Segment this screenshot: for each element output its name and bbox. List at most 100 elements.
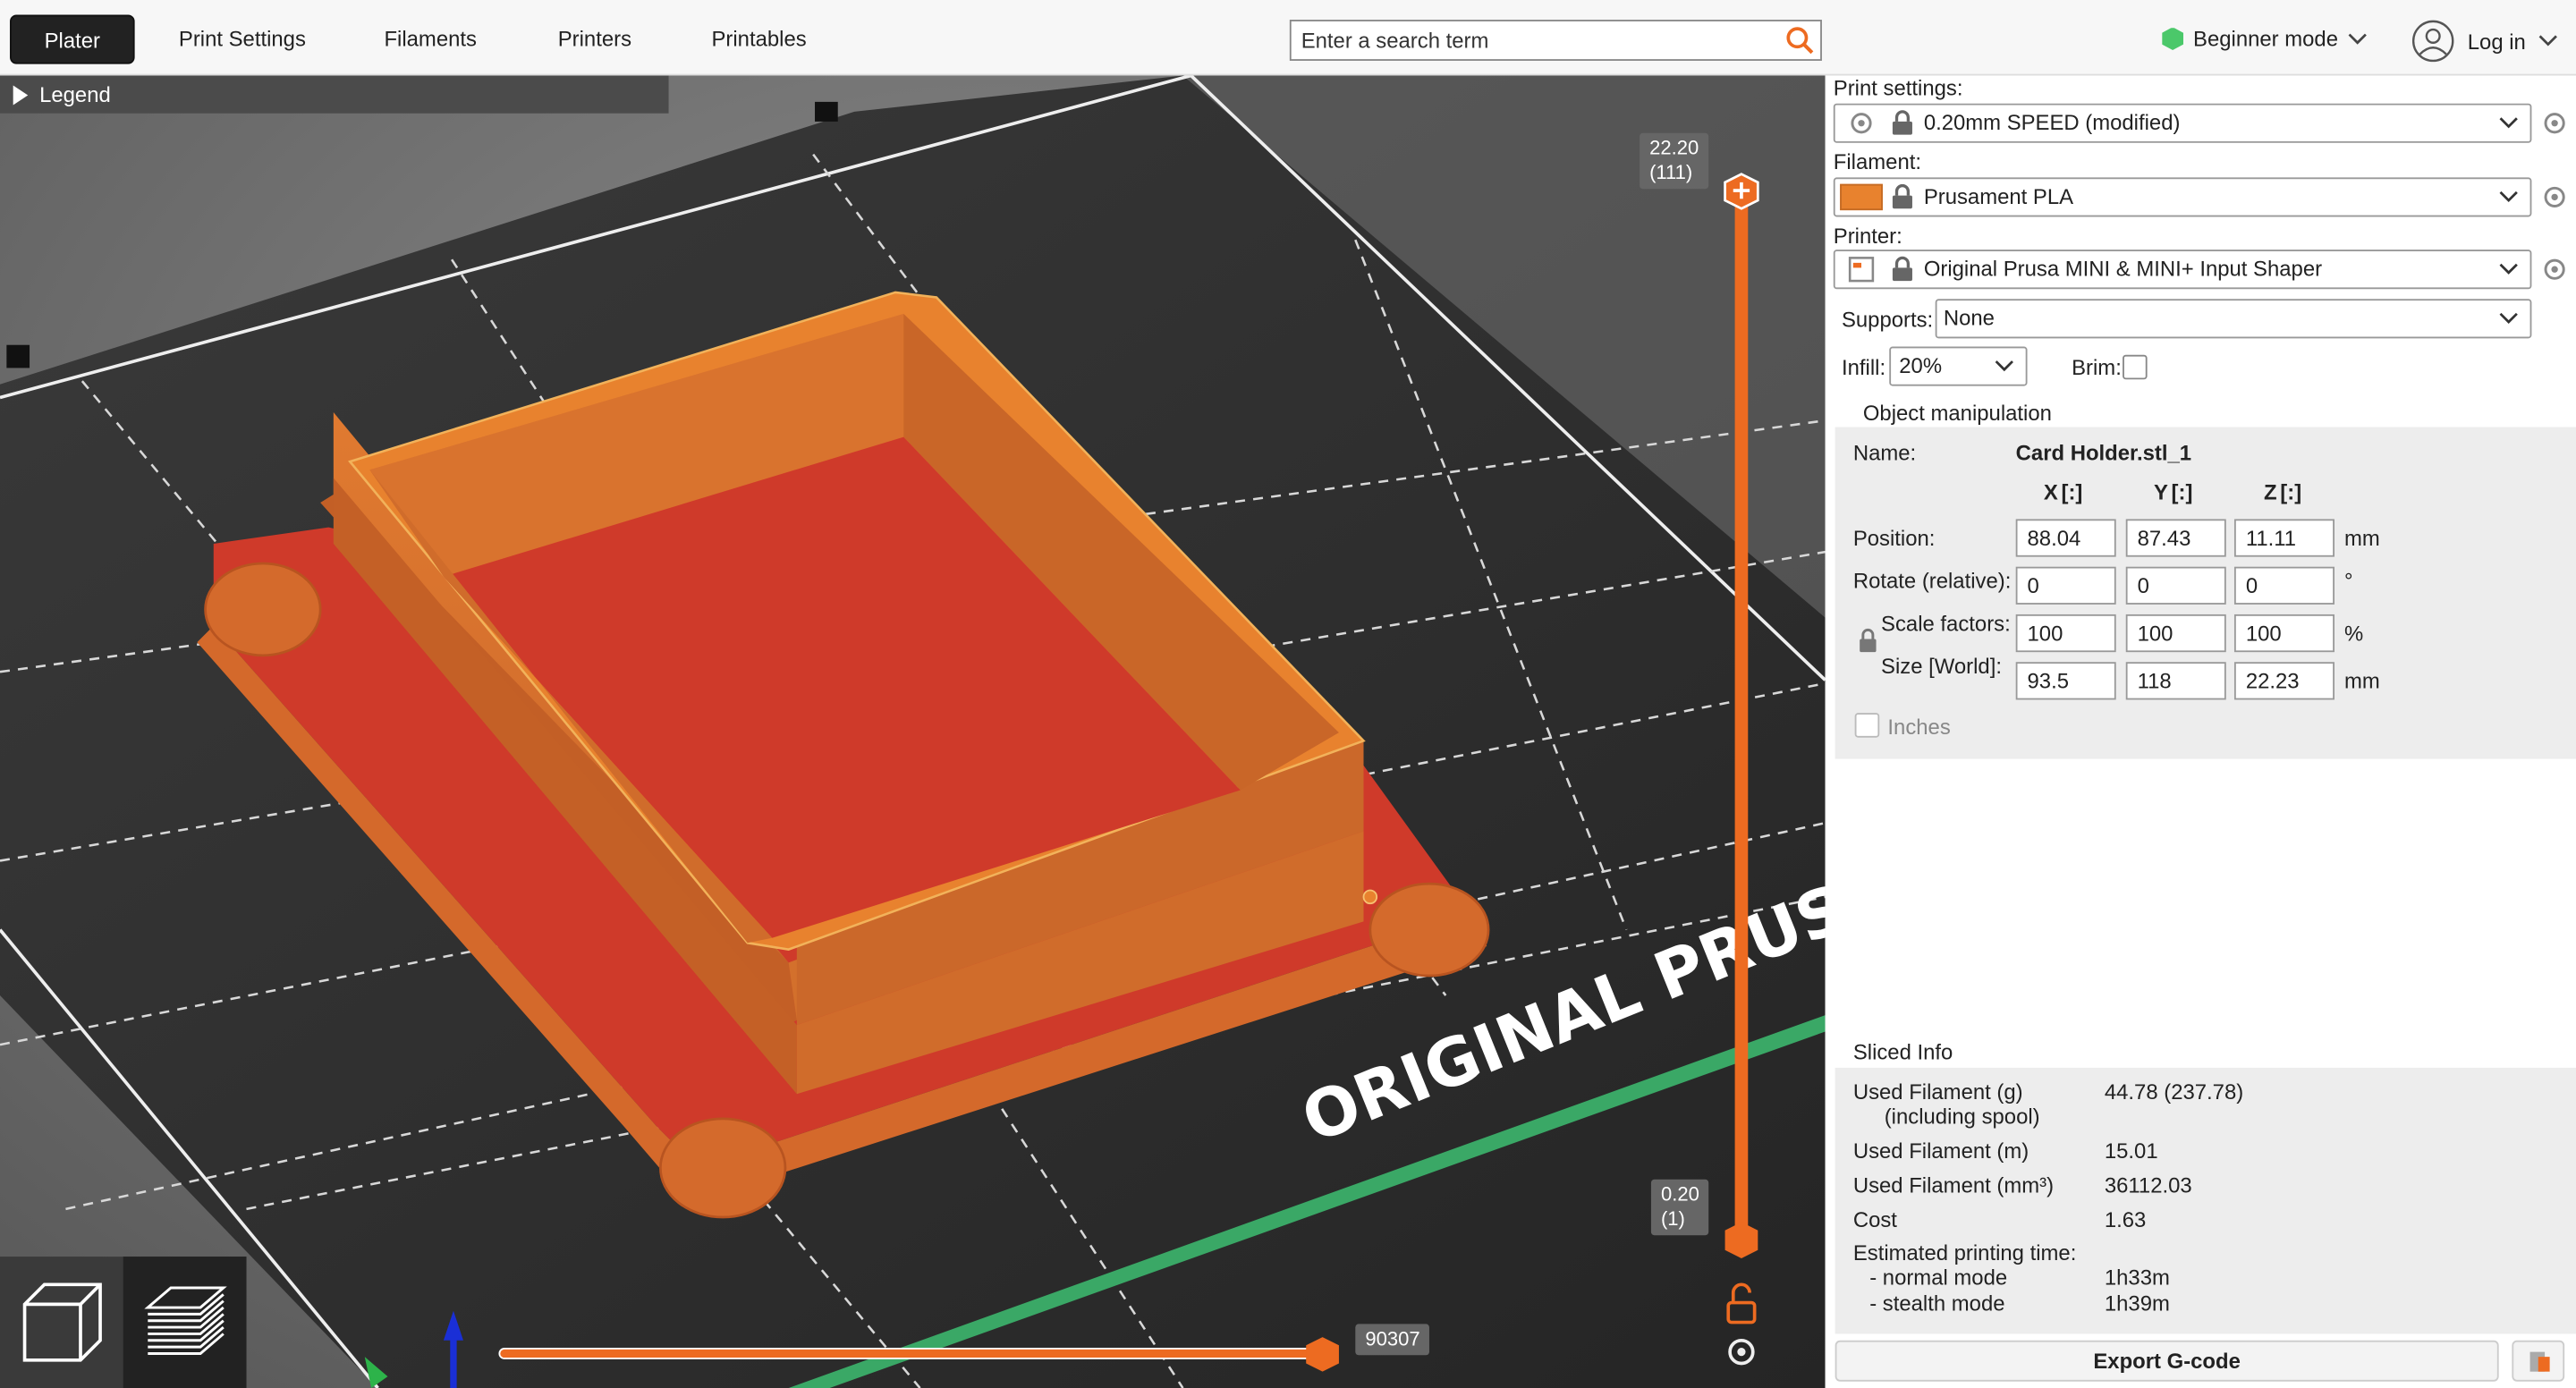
y-axis-header: Y [:] bbox=[2153, 479, 2193, 504]
position-x-field[interactable]: 88.04 bbox=[2015, 519, 2116, 557]
view-type-buttons bbox=[0, 1257, 247, 1388]
top-toolbar: Plater Print Settings Filaments Printers… bbox=[0, 0, 2576, 76]
chevron-down-icon bbox=[2499, 190, 2518, 203]
3d-view-button[interactable] bbox=[0, 1257, 123, 1388]
used-filament-g-value: 44.78 (237.78) bbox=[2104, 1079, 2244, 1104]
vertical-slider-track[interactable] bbox=[1734, 190, 1749, 1242]
chevron-down-icon bbox=[1995, 360, 2013, 372]
mode-hexagon-icon bbox=[2162, 27, 2184, 51]
lock-icon bbox=[1892, 183, 1912, 209]
scale-z-field[interactable]: 100 bbox=[2233, 614, 2335, 653]
bottom-layer-height: 0.20 bbox=[1660, 1182, 1699, 1206]
login-label: Log in bbox=[2467, 29, 2526, 54]
prusaslicer-window: Plater Print Settings Filaments Printers… bbox=[0, 0, 2576, 1388]
printer-value: Original Prusa MINI & MINI+ Input Shaper bbox=[1923, 256, 2323, 282]
rotate-x-field[interactable]: 0 bbox=[2015, 566, 2116, 605]
filament-color-swatch[interactable] bbox=[1840, 183, 1883, 211]
chevron-down-icon bbox=[2499, 117, 2518, 129]
scale-lock-icon[interactable] bbox=[1858, 628, 1877, 654]
inches-label: Inches bbox=[1887, 714, 1951, 740]
mode-selector[interactable]: Beginner mode bbox=[2162, 26, 2368, 51]
infill-label: Infill: bbox=[1841, 354, 1886, 380]
mode-label: Beginner mode bbox=[2193, 26, 2338, 51]
brim-checkbox[interactable] bbox=[2123, 354, 2148, 380]
used-filament-m-value: 15.01 bbox=[2104, 1138, 2158, 1164]
rotate-y-field[interactable]: 0 bbox=[2125, 566, 2226, 605]
infill-value: 20% bbox=[1899, 352, 1943, 378]
bottom-layer-label: 0.20 (1) bbox=[1650, 1179, 1709, 1236]
login-button[interactable]: Log in bbox=[2411, 20, 2558, 63]
supports-select[interactable]: None bbox=[1935, 299, 2532, 339]
tab-printables[interactable]: Printables bbox=[697, 15, 822, 64]
legend-label: Legend bbox=[39, 81, 111, 107]
axis-bracket-icon: [:] bbox=[2280, 479, 2302, 504]
normal-mode-value: 1h33m bbox=[2104, 1265, 2170, 1290]
sliced-info-title: Sliced Info bbox=[1852, 1039, 1953, 1065]
axis-bracket-icon: [:] bbox=[2171, 479, 2193, 504]
chevron-down-icon bbox=[2348, 32, 2368, 44]
position-y-field[interactable]: 87.43 bbox=[2125, 519, 2226, 557]
send-to-printer-button[interactable] bbox=[2512, 1340, 2565, 1382]
expand-triangle-icon bbox=[13, 85, 29, 106]
z-axis-header: Z [:] bbox=[2264, 479, 2302, 504]
horizontal-slider-track[interactable] bbox=[498, 1348, 1322, 1359]
printer-label: Printer: bbox=[1833, 223, 1902, 249]
scale-x-field[interactable]: 100 bbox=[2015, 614, 2116, 653]
3d-viewport[interactable]: ORIGINAL PRUSA Legend 22.20 (111) 0.20 (… bbox=[0, 75, 1826, 1388]
legend-toggle[interactable]: Legend bbox=[0, 75, 669, 114]
top-layer-height: 22.20 bbox=[1649, 136, 1699, 160]
layers-icon bbox=[143, 1286, 226, 1355]
position-unit: mm bbox=[2344, 525, 2380, 551]
x-axis-header: X [:] bbox=[2043, 479, 2083, 504]
cost-label: Cost bbox=[1852, 1207, 1897, 1232]
used-filament-g-label: Used Filament (g) bbox=[1852, 1079, 2023, 1104]
print-settings-gear-icon[interactable] bbox=[2541, 110, 2567, 136]
rotate-unit: ° bbox=[2344, 568, 2353, 594]
search-icon[interactable] bbox=[1786, 26, 1816, 55]
printer-select[interactable]: Original Prusa MINI & MINI+ Input Shaper bbox=[1833, 250, 2532, 290]
size-z-field[interactable]: 22.23 bbox=[2233, 662, 2335, 700]
move-count-label: 90307 bbox=[1355, 1324, 1430, 1356]
export-gcode-button[interactable]: Export G-code bbox=[1835, 1340, 2499, 1382]
scale-y-field[interactable]: 100 bbox=[2125, 614, 2226, 653]
print-settings-select[interactable]: 0.20mm SPEED (modified) bbox=[1833, 103, 2532, 143]
infill-select[interactable]: 20% bbox=[1889, 346, 2028, 386]
position-label: Position: bbox=[1852, 525, 1936, 551]
print-settings-value: 0.20mm SPEED (modified) bbox=[1923, 110, 2181, 135]
filament-value: Prusament PLA bbox=[1923, 183, 2074, 209]
tab-print-settings[interactable]: Print Settings bbox=[165, 15, 320, 64]
search-input[interactable]: Enter a search term bbox=[1289, 20, 1822, 61]
used-filament-mm3-value: 36112.03 bbox=[2104, 1172, 2192, 1198]
filament-gear-icon[interactable] bbox=[2541, 184, 2567, 210]
tab-plater[interactable]: Plater bbox=[10, 14, 135, 64]
filament-label: Filament: bbox=[1833, 149, 1922, 174]
preview-button[interactable] bbox=[123, 1257, 247, 1388]
stealth-mode-label: - stealth mode bbox=[1869, 1291, 2005, 1316]
size-label: Size [World]: bbox=[1881, 654, 2002, 679]
filament-select[interactable]: Prusament PLA bbox=[1833, 177, 2532, 217]
scene-canvas: ORIGINAL PRUSA bbox=[0, 75, 1826, 1388]
brim-label: Brim: bbox=[2072, 354, 2122, 380]
size-y-field[interactable]: 118 bbox=[2125, 662, 2226, 700]
size-unit: mm bbox=[2344, 668, 2380, 694]
inches-checkbox[interactable] bbox=[1854, 713, 1880, 738]
axis-bracket-icon: [:] bbox=[2061, 479, 2083, 504]
supports-value: None bbox=[1943, 305, 1995, 331]
chevron-down-icon bbox=[2499, 312, 2518, 324]
sd-card-icon bbox=[2529, 1351, 2550, 1372]
user-icon bbox=[2411, 20, 2454, 63]
tab-filaments[interactable]: Filaments bbox=[368, 15, 493, 64]
tab-printers[interactable]: Printers bbox=[542, 15, 648, 64]
object-name-value: Card Holder.stl_1 bbox=[2015, 440, 2192, 465]
estimated-time-label: Estimated printing time: bbox=[1852, 1240, 2077, 1265]
used-filament-g-sub: (including spool) bbox=[1884, 1104, 2040, 1129]
name-label: Name: bbox=[1852, 440, 1917, 465]
sliced-info-panel: Used Filament (g) (including spool) 44.7… bbox=[1835, 1067, 2576, 1334]
position-z-field[interactable]: 11.11 bbox=[2233, 519, 2335, 557]
printer-gear-icon[interactable] bbox=[2541, 257, 2567, 283]
lock-icon bbox=[1892, 110, 1912, 135]
size-x-field[interactable]: 93.5 bbox=[2015, 662, 2116, 700]
rotate-z-field[interactable]: 0 bbox=[2233, 566, 2335, 605]
top-layer-label: 22.20 (111) bbox=[1640, 132, 1709, 190]
search-placeholder: Enter a search term bbox=[1301, 28, 1489, 53]
